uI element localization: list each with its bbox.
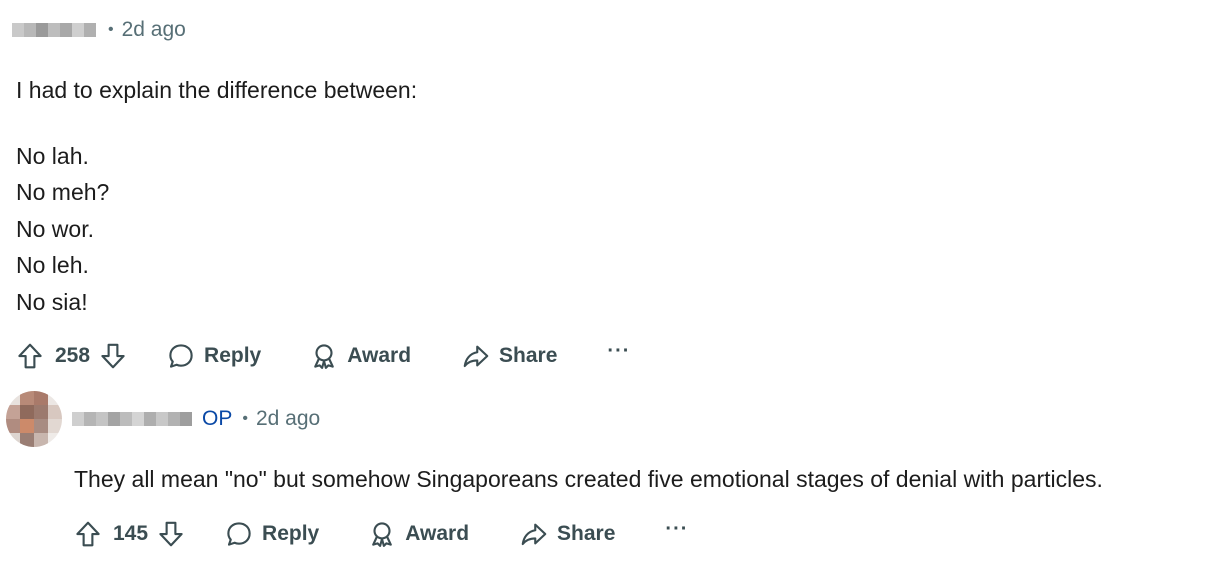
downvote-arrow-icon <box>101 343 125 369</box>
comment-timestamp: 2d ago <box>121 18 186 41</box>
comment-thread: • 2d ago I had to explain the difference… <box>0 0 1229 567</box>
share-arrow-icon <box>521 523 547 546</box>
comment-1-actions: 258 Reply Award Share ··· <box>15 336 630 376</box>
speech-bubble-icon <box>227 522 251 546</box>
reply-button[interactable]: Reply <box>224 519 319 549</box>
vote-count: 145 <box>113 522 149 545</box>
reply-label: Reply <box>204 344 262 367</box>
share-button[interactable]: Share <box>519 519 615 549</box>
reply-button[interactable]: Reply <box>166 341 261 371</box>
more-options-button[interactable]: ··· <box>665 518 688 541</box>
share-label: Share <box>557 522 616 545</box>
share-button[interactable]: Share <box>461 341 557 371</box>
avatar[interactable] <box>6 391 62 447</box>
award-button[interactable]: Award <box>309 341 411 371</box>
upvote-arrow-icon <box>76 521 100 547</box>
separator-dot: • <box>242 410 248 427</box>
comment-text-line: No meh? <box>16 179 110 205</box>
award-ribbon-icon <box>314 344 335 369</box>
share-arrow-icon <box>463 345 489 368</box>
comment-2-actions: 145 Reply Award Share ··· <box>73 514 688 554</box>
upvote-arrow-icon <box>18 343 42 369</box>
award-label: Award <box>347 344 412 367</box>
username-redacted[interactable] <box>72 412 192 426</box>
downvote-button[interactable] <box>98 341 128 371</box>
comment-1-body: I had to explain the difference between:… <box>16 72 417 320</box>
comment-text-line: No lah. <box>16 142 89 169</box>
share-label: Share <box>499 344 558 367</box>
award-ribbon-icon <box>372 522 393 547</box>
comment-text-line: They all mean "no" but somehow Singapore… <box>74 466 1103 492</box>
vote-count: 258 <box>55 344 91 367</box>
comment-text-line: No leh. <box>16 252 89 278</box>
award-button[interactable]: Award <box>367 519 469 549</box>
reply-label: Reply <box>262 522 320 545</box>
op-badge: OP <box>202 407 233 430</box>
downvote-button[interactable] <box>156 519 186 549</box>
ellipsis-icon: ··· <box>665 517 689 540</box>
upvote-button[interactable] <box>15 341 45 371</box>
upvote-button[interactable] <box>73 519 103 549</box>
comment-1-meta: • 2d ago <box>12 18 186 42</box>
speech-bubble-icon <box>169 344 193 368</box>
comment-text-line: I had to explain the difference between: <box>16 77 418 103</box>
award-label: Award <box>405 522 470 545</box>
username-redacted[interactable] <box>12 23 96 37</box>
comment-timestamp: 2d ago <box>255 407 321 430</box>
ellipsis-icon: ··· <box>607 339 631 362</box>
comment-text-line: No sia! <box>16 288 88 315</box>
more-options-button[interactable]: ··· <box>607 340 630 363</box>
comment-2-body: They all mean "no" but somehow Singapore… <box>74 461 1103 498</box>
comment-text-line: No wor. <box>16 215 94 242</box>
downvote-arrow-icon <box>159 521 183 547</box>
comment-2-meta: OP • 2d ago <box>72 407 320 431</box>
separator-dot: • <box>108 21 114 38</box>
